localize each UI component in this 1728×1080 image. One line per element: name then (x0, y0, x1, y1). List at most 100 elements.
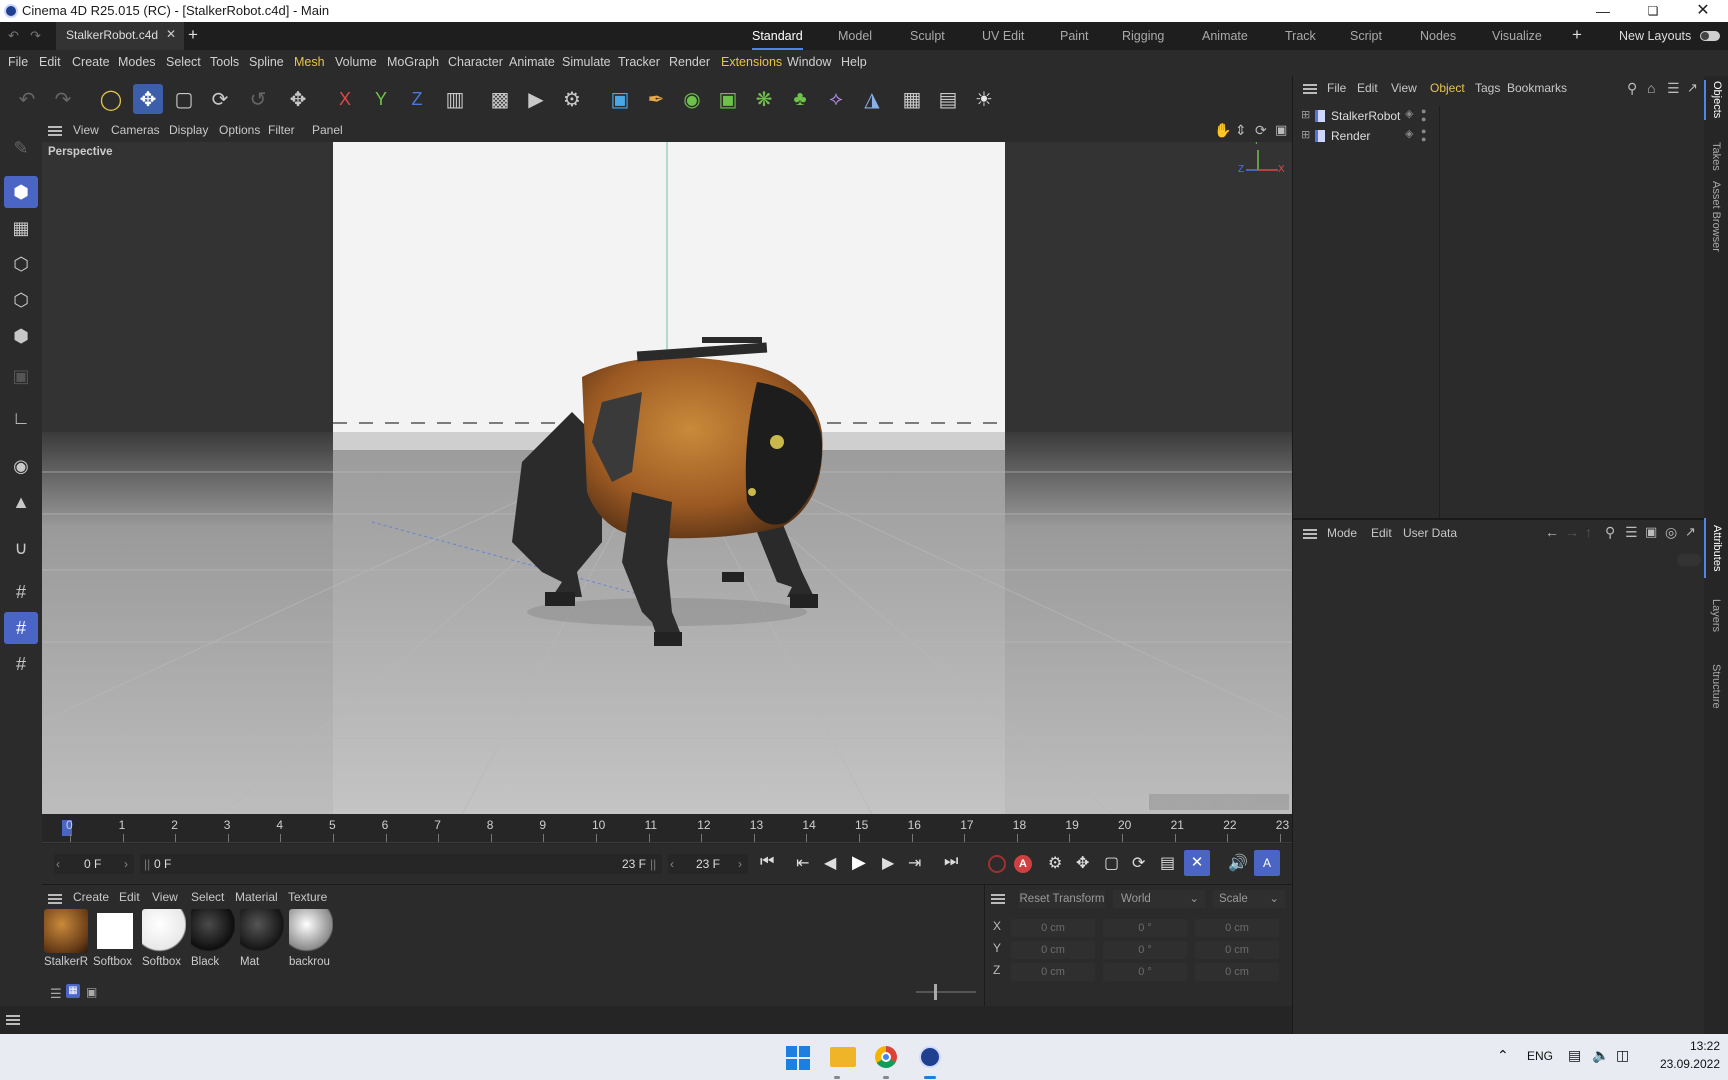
material-tile[interactable]: Mat (240, 909, 286, 975)
forward-arrow-icon[interactable]: → (1565, 524, 1579, 540)
menu-animate[interactable]: Animate (509, 55, 555, 69)
menu-render[interactable]: Render (669, 55, 710, 69)
material-tile[interactable]: StalkerR (44, 909, 90, 975)
reset-transform-button[interactable]: Reset Transform (1019, 890, 1105, 908)
attributes-menu-user-data[interactable]: User Data (1403, 526, 1457, 540)
preview-view-icon[interactable]: ▣ (86, 985, 97, 999)
menu-character[interactable]: Character (448, 55, 503, 69)
coordinate-system-icon[interactable]: ▥ (440, 84, 470, 114)
viewport-menu-display[interactable]: Display (169, 123, 208, 137)
solo-mode-icon[interactable]: ◉ (4, 450, 38, 482)
new-layouts-toggle[interactable] (1700, 31, 1720, 41)
material-tile[interactable]: Black (191, 909, 237, 975)
layout-tab-visualize[interactable]: Visualize (1492, 22, 1542, 50)
clock-date[interactable]: 23.09.2022 (1648, 1057, 1720, 1071)
attributes-hamburger-icon[interactable] (1303, 529, 1317, 539)
layout-tab-sculpt[interactable]: Sculpt (910, 22, 945, 50)
objects-menu-tags[interactable]: Tags (1475, 81, 1500, 95)
new-layouts-label[interactable]: New Layouts (1619, 29, 1691, 43)
go-to-end-icon[interactable]: ⏭ (944, 853, 958, 871)
menu-mesh[interactable]: Mesh (294, 55, 325, 69)
side-tab-takes[interactable]: Takes (1704, 134, 1728, 178)
coord-position-field[interactable]: 0 cm (1011, 941, 1095, 959)
key-scale-icon[interactable]: ▢ (1104, 853, 1119, 873)
undo-icon[interactable]: ↶ (12, 84, 42, 114)
previous-frame-icon[interactable]: ◀ (824, 853, 836, 873)
uv-mode-icon[interactable]: ▣ (4, 360, 38, 392)
render-settings-icon[interactable]: ⚙ (557, 84, 587, 114)
side-tab-asset-browser[interactable]: Asset Browser (1704, 176, 1728, 256)
menu-file[interactable]: File (8, 55, 28, 69)
coord-scale-field[interactable]: 0 cm (1195, 919, 1279, 937)
lock-icon[interactable]: ▣ (1645, 524, 1657, 540)
attributes-menu-mode[interactable]: Mode (1327, 526, 1357, 540)
viewport-menu-panel[interactable]: Panel (312, 123, 343, 137)
menu-help[interactable]: Help (841, 55, 867, 69)
windows-start-icon[interactable] (786, 1046, 810, 1070)
object-row[interactable]: ⊞ StalkerRobot ◈ ● ● (1293, 106, 1439, 126)
previous-key-icon[interactable]: ⇤ (796, 853, 809, 873)
add-layout-button[interactable]: + (1572, 25, 1582, 45)
layout-tab-track[interactable]: Track (1285, 22, 1316, 50)
menu-select[interactable]: Select (166, 55, 201, 69)
menu-extensions[interactable]: Extensions (721, 55, 782, 69)
tray-chevron-icon[interactable]: ⌃ (1497, 1047, 1509, 1064)
timeline-mode-icon[interactable]: A (1254, 850, 1280, 876)
rotate-tool-icon[interactable]: ⟳ (205, 84, 235, 114)
grid-view-icon[interactable]: ▦ (66, 984, 80, 998)
minimize-icon[interactable]: — (1580, 0, 1626, 22)
material-menu-select[interactable]: Select (191, 890, 224, 904)
scale-tool-icon[interactable]: ▢ (169, 84, 199, 114)
expand-icon[interactable]: ⊞ (1301, 108, 1310, 121)
search-icon[interactable]: ⚲ (1627, 80, 1637, 97)
material-menu-material[interactable]: Material (235, 890, 278, 904)
light-icon[interactable]: ☀ (969, 84, 999, 114)
menu-volume[interactable]: Volume (335, 55, 377, 69)
side-tab-layers[interactable]: Layers (1704, 596, 1728, 636)
attr-filter-icon[interactable]: ☰ (1625, 524, 1638, 541)
redo-small-icon[interactable]: ↷ (30, 28, 41, 44)
menu-simulate[interactable]: Simulate (562, 55, 611, 69)
coord-position-field[interactable]: 0 cm (1011, 963, 1095, 981)
go-to-start-icon[interactable]: ⏮ (760, 853, 774, 871)
objects-menu-file[interactable]: File (1327, 81, 1346, 95)
attributes-menu-edit[interactable]: Edit (1371, 526, 1392, 540)
visibility-dots-icon[interactable]: ● ● (1421, 107, 1426, 124)
object-row[interactable]: ⊞ Render ◈ ● ● (1293, 126, 1439, 146)
material-menu-view[interactable]: View (152, 890, 178, 904)
file-explorer-icon[interactable] (830, 1047, 856, 1067)
chrome-icon[interactable] (875, 1046, 897, 1068)
deformer-icon[interactable]: ⟡ (821, 84, 851, 114)
filter-icon[interactable]: ☰ (1667, 80, 1680, 97)
coords-hamburger-icon[interactable] (991, 894, 1005, 904)
layout-tab-model[interactable]: Model (838, 22, 872, 50)
coordinate-space-select[interactable]: World ⌄ (1113, 890, 1205, 908)
model-mode-icon[interactable]: ⬢ (4, 176, 38, 208)
workplane-icon[interactable]: # (4, 576, 38, 608)
coord-scale-field[interactable]: 0 cm (1195, 963, 1279, 981)
objects-menu-bookmarks[interactable]: Bookmarks (1507, 81, 1567, 95)
preview-size-handle[interactable] (934, 984, 937, 1000)
cloner-icon[interactable]: ❋ (749, 84, 779, 114)
side-tab-attributes[interactable]: Attributes (1704, 518, 1728, 578)
texture-mode-icon[interactable]: ▦ (4, 212, 38, 244)
objects-menu-object[interactable]: Object (1430, 81, 1465, 95)
new-tab-button[interactable]: + (188, 25, 198, 45)
planar-workplane-icon[interactable]: # (4, 648, 38, 680)
status-hamburger-icon[interactable] (6, 1015, 20, 1025)
cube-primitive-icon[interactable]: ▣ (605, 84, 635, 114)
layout-tab-paint[interactable]: Paint (1060, 22, 1089, 50)
floor-grid-icon[interactable]: ▦ (897, 84, 927, 114)
x-axis-lock-button[interactable]: X (330, 84, 360, 114)
menu-tracker[interactable]: Tracker (618, 55, 660, 69)
material-tile[interactable]: Softbox (142, 909, 188, 975)
key-position-icon[interactable]: ✥ (1076, 853, 1089, 873)
move-tool-icon[interactable]: ✥ (133, 84, 163, 114)
menu-window[interactable]: Window (787, 55, 831, 69)
material-menu-edit[interactable]: Edit (119, 890, 140, 904)
volume-icon[interactable]: 🔈 (1592, 1047, 1609, 1064)
material-hamburger-icon[interactable] (48, 894, 62, 904)
material-menu-texture[interactable]: Texture (288, 890, 327, 904)
layout-tab-uv-edit[interactable]: UV Edit (982, 22, 1024, 50)
layer-icon[interactable]: ◈ (1405, 127, 1413, 140)
